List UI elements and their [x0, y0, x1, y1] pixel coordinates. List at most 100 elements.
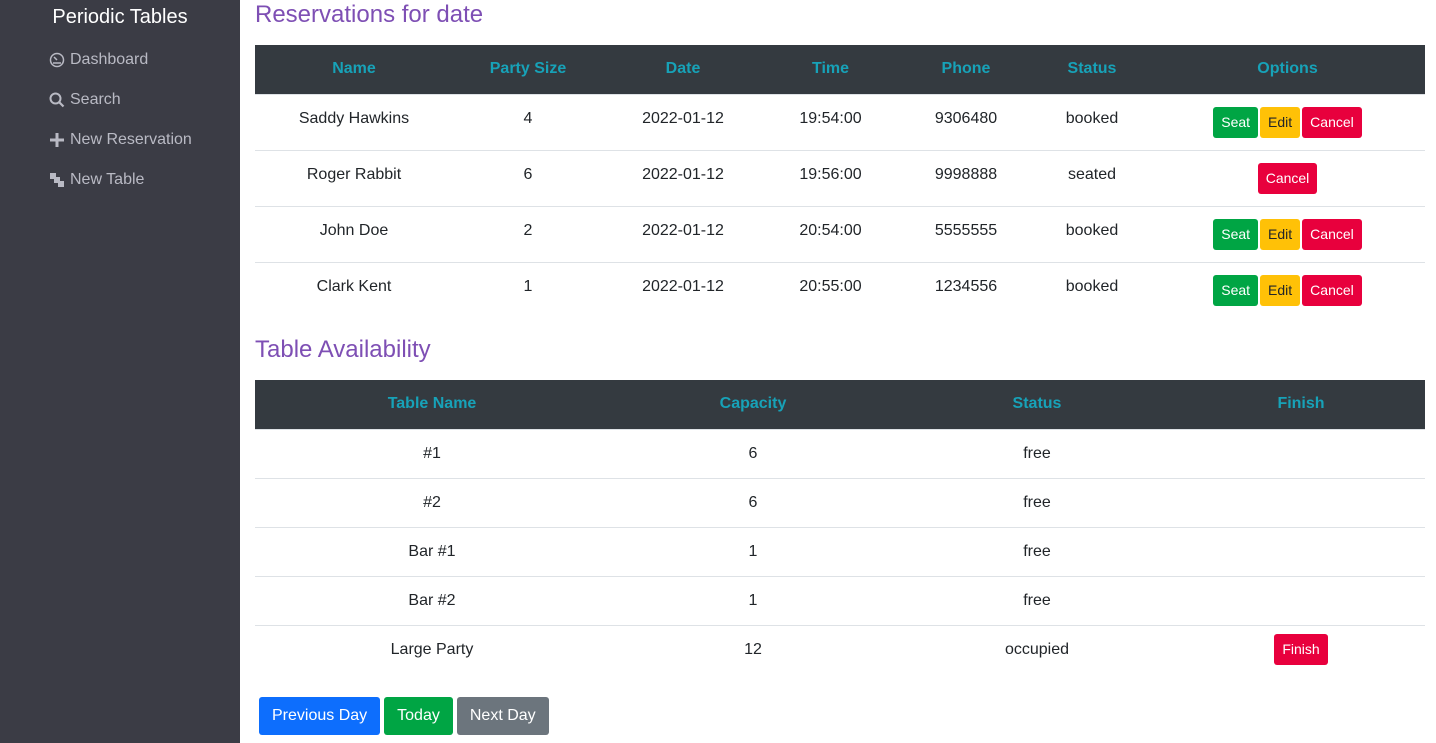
reservation-phone: 1234556	[898, 261, 1034, 318]
table-row: Saddy Hawkins 4 2022-01-12 19:54:00 9306…	[255, 94, 1425, 150]
sidebar-item-new-table[interactable]: New Table	[49, 169, 144, 191]
reservation-party-size: 4	[523, 110, 533, 127]
reservation-time: 20:55:00	[763, 261, 898, 318]
sidebar-item-label: Search	[70, 91, 121, 108]
cancel-button[interactable]: Cancel	[1302, 274, 1362, 306]
day-navigation: Previous Day Today Next Day	[259, 697, 549, 735]
table-name: Bar #1	[255, 526, 609, 576]
previous-day-button[interactable]: Previous Day	[259, 697, 381, 735]
dashboard-icon	[49, 52, 65, 68]
table-row: #2 6 free	[255, 477, 1425, 527]
reservation-status: seated	[1034, 149, 1150, 206]
seat-button[interactable]: Seat	[1213, 218, 1259, 250]
sidebar-item-new-reservation[interactable]: New Reservation	[49, 129, 192, 151]
edit-button[interactable]: Edit	[1260, 274, 1301, 306]
table-name: #2	[255, 477, 609, 527]
seat-button[interactable]: Seat	[1213, 274, 1259, 306]
sidebar-item-label: New Table	[70, 171, 145, 188]
table-name: Bar #2	[255, 575, 609, 625]
column-header: Finish	[1177, 380, 1425, 430]
reservation-phone: 9306480	[934, 110, 998, 127]
today-button[interactable]: Today	[384, 697, 453, 735]
table-header-row: Name Party Size Date Time Phone Status O…	[255, 45, 1425, 95]
cancel-button[interactable]: Cancel	[1302, 106, 1362, 138]
column-header: Phone	[898, 45, 1034, 95]
column-header: Name	[255, 45, 453, 95]
sidebar-item-dashboard[interactable]: Dashboard	[49, 49, 148, 71]
reservation-name: Roger Rabbit	[255, 149, 453, 206]
sidebar: Periodic Tables Dashboard Search New Res…	[0, 0, 240, 743]
reservation-name: Clark Kent	[255, 261, 453, 318]
reservation-options: Seat Edit Cancel	[1150, 261, 1425, 318]
finish-button[interactable]: Finish	[1274, 634, 1328, 666]
sidebar-item-search[interactable]: Search	[49, 89, 121, 111]
column-header: Party Size	[453, 45, 603, 95]
table-capacity: 1	[609, 526, 897, 576]
reservation-date: 2022-01-12	[603, 261, 763, 318]
table-status: occupied	[897, 624, 1177, 674]
table-finish	[1177, 429, 1425, 478]
brand-title[interactable]: Periodic Tables	[0, 6, 240, 29]
reservation-status: booked	[1034, 261, 1150, 318]
reservation-date: 2022-01-12	[642, 110, 724, 127]
reservation-phone: 5555555	[898, 205, 1034, 262]
reservation-name: John Doe	[255, 205, 453, 262]
search-icon	[49, 92, 65, 108]
table-row: John Doe 2 2022-01-12 20:54:00 5555555 b…	[255, 205, 1425, 262]
table-capacity: 6	[748, 444, 758, 462]
reservation-options: Cancel	[1150, 149, 1425, 206]
column-header: Table Name	[255, 380, 609, 430]
reservation-party-size: 2	[453, 205, 603, 262]
reservation-date: 2022-01-12	[603, 149, 763, 206]
reservation-party-size: 1	[453, 261, 603, 318]
reservation-time: 20:54:00	[763, 205, 898, 262]
table-capacity: 12	[609, 624, 897, 674]
reservations-title: Reservations for date	[255, 1, 484, 28]
table-row: Clark Kent 1 2022-01-12 20:55:00 1234556…	[255, 261, 1425, 318]
table-name: #1	[423, 444, 441, 462]
reservation-options: Seat Edit Cancel	[1150, 94, 1425, 150]
edit-button[interactable]: Edit	[1260, 106, 1301, 138]
table-row: #1 6 free	[255, 429, 1425, 478]
reservation-status: booked	[1065, 110, 1119, 127]
reservation-time: 19:54:00	[799, 110, 862, 127]
plus-icon	[50, 133, 64, 147]
sidebar-item-label: New Reservation	[70, 131, 192, 148]
reservation-options: Seat Edit Cancel	[1150, 205, 1425, 262]
next-day-button[interactable]: Next Day	[456, 697, 549, 735]
seat-button[interactable]: Seat	[1213, 106, 1259, 138]
table-status: free	[897, 575, 1177, 625]
table-finish	[1177, 526, 1425, 576]
table-finish: Finish	[1177, 624, 1425, 674]
table-capacity: 1	[609, 575, 897, 625]
table-finish	[1177, 477, 1425, 527]
edit-button[interactable]: Edit	[1260, 218, 1301, 250]
table-header-row: Table Name Capacity Status Finish	[255, 380, 1425, 430]
column-header: Status	[1034, 45, 1150, 95]
table-finish	[1177, 575, 1425, 625]
reservation-status: booked	[1034, 205, 1150, 262]
table-name: Large Party	[255, 624, 609, 674]
table-row: Bar #2 1 free	[255, 575, 1425, 625]
cancel-button[interactable]: Cancel	[1257, 162, 1318, 194]
cancel-button[interactable]: Cancel	[1302, 218, 1362, 250]
reservations-table: Name Party Size Date Time Phone Status O…	[255, 45, 1425, 318]
table-row: Bar #1 1 free	[255, 526, 1425, 576]
table-status: free	[897, 477, 1177, 527]
table-capacity: 6	[609, 477, 897, 527]
table-row: Large Party 12 occupied Finish	[255, 624, 1425, 674]
table-status: free	[897, 526, 1177, 576]
column-header: Status	[897, 380, 1177, 430]
column-header: Time	[763, 45, 898, 95]
reservation-date: 2022-01-12	[603, 205, 763, 262]
layers-icon	[50, 173, 64, 187]
tables-table: Table Name Capacity Status Finish #1 6 f…	[255, 380, 1425, 674]
table-availability-title: Table Availability	[255, 336, 431, 363]
column-header: Options	[1150, 45, 1425, 95]
reservation-party-size: 6	[453, 149, 603, 206]
reservation-time: 19:56:00	[763, 149, 898, 206]
sidebar-item-label: Dashboard	[70, 51, 149, 68]
column-header: Date	[603, 45, 763, 95]
reservation-name: Saddy Hawkins	[298, 110, 410, 127]
table-status: free	[1023, 444, 1051, 462]
